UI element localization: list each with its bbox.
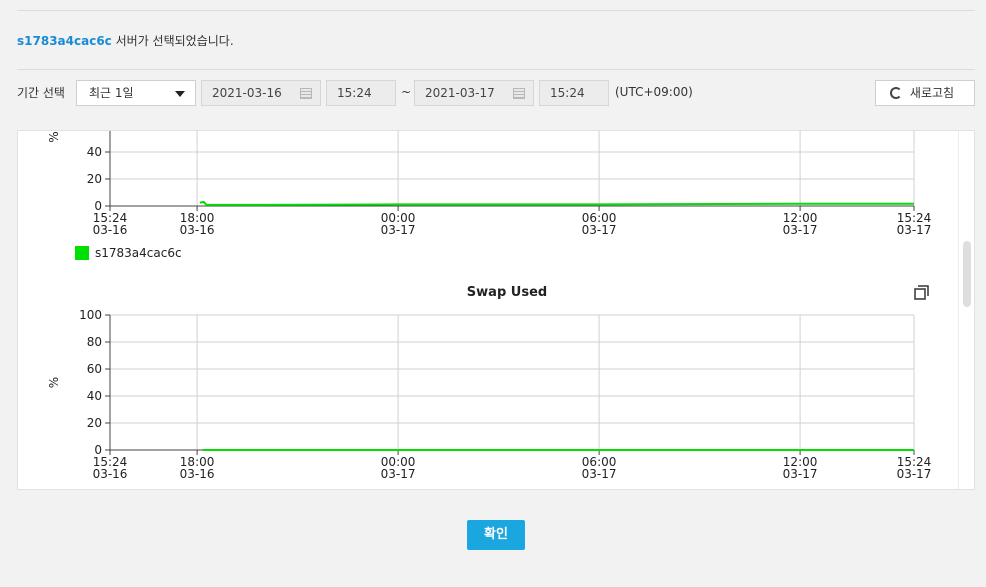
period-label: 기간 선택 xyxy=(17,86,65,100)
y-tick-label: 20 xyxy=(87,172,102,186)
y-tick-label: 60 xyxy=(87,362,102,376)
y-axis-label: % xyxy=(47,131,61,142)
chart-title: Swap Used xyxy=(467,285,547,300)
period-toolbar: 기간 선택 최근 1일 2021-03-16 15:24 ~ 2021-03-1… xyxy=(17,80,975,106)
panel-scrollbar[interactable] xyxy=(958,131,974,489)
expand-icon-back xyxy=(918,285,929,296)
y-tick-label: 80 xyxy=(87,335,102,349)
start-time-field[interactable]: 15:24 xyxy=(326,80,396,106)
y-axis-label: % xyxy=(47,377,61,388)
y-tick-label: 40 xyxy=(87,145,102,159)
y-tick-label: 100 xyxy=(79,308,102,322)
x-tick-date: 03-17 xyxy=(582,223,617,237)
x-tick-date: 03-17 xyxy=(381,223,416,237)
y-tick-label: 20 xyxy=(87,416,102,430)
x-tick-date: 03-17 xyxy=(783,467,818,481)
x-tick-date: 03-17 xyxy=(582,467,617,481)
charts-area: 4020015:2403-1618:0003-1600:0003-1706:00… xyxy=(47,131,932,481)
server-name: s1783a4cac6c xyxy=(17,34,112,48)
range-separator: ~ xyxy=(401,85,412,99)
x-tick-date: 03-16 xyxy=(93,223,128,237)
server-selected-notice: s1783a4cac6c 서버가 선택되었습니다. xyxy=(17,32,234,49)
x-tick-date: 03-17 xyxy=(897,223,932,237)
server-notice-text: 서버가 선택되었습니다. xyxy=(115,34,234,48)
legend-swatch xyxy=(75,246,89,260)
x-tick-date: 03-17 xyxy=(381,467,416,481)
confirm-button[interactable]: 확인 xyxy=(467,520,525,550)
refresh-label: 새로고침 xyxy=(909,86,955,100)
end-date-field[interactable]: 2021-03-17 xyxy=(414,80,534,106)
x-tick-date: 03-16 xyxy=(180,223,215,237)
start-date-value: 2021-03-16 xyxy=(212,86,282,100)
chart-panel: 40 20 0 15:24 03-16 18:00 03-16 00:00 03-17 06:00… xyxy=(17,130,975,490)
timezone-label: (UTC+09:00) xyxy=(615,85,693,99)
start-time-value: 15:24 xyxy=(337,86,372,100)
chevron-down-icon xyxy=(175,91,185,97)
legend-label: s1783a4cac6c xyxy=(95,246,182,260)
toolbar-divider xyxy=(17,69,975,70)
x-tick-date: 03-17 xyxy=(897,467,932,481)
refresh-icon xyxy=(890,87,902,99)
expand-icon xyxy=(914,288,926,300)
y-tick-label: 40 xyxy=(87,389,102,403)
start-date-field[interactable]: 2021-03-16 xyxy=(201,80,321,106)
period-select[interactable]: 최근 1일 xyxy=(76,80,196,106)
period-select-value: 최근 1일 xyxy=(89,86,134,100)
x-tick-date: 03-16 xyxy=(93,467,128,481)
series-line xyxy=(199,200,914,206)
calendar-icon[interactable] xyxy=(300,88,312,99)
x-tick-date: 03-16 xyxy=(180,467,215,481)
scrollbar-thumb[interactable] xyxy=(963,241,971,307)
x-tick-date: 03-17 xyxy=(783,223,818,237)
calendar-icon[interactable] xyxy=(513,88,525,99)
end-date-value: 2021-03-17 xyxy=(425,86,495,100)
refresh-button[interactable]: 새로고침 xyxy=(875,80,975,106)
end-time-field[interactable]: 15:24 xyxy=(539,80,609,106)
top-divider xyxy=(17,10,975,11)
end-time-value: 15:24 xyxy=(550,86,585,100)
